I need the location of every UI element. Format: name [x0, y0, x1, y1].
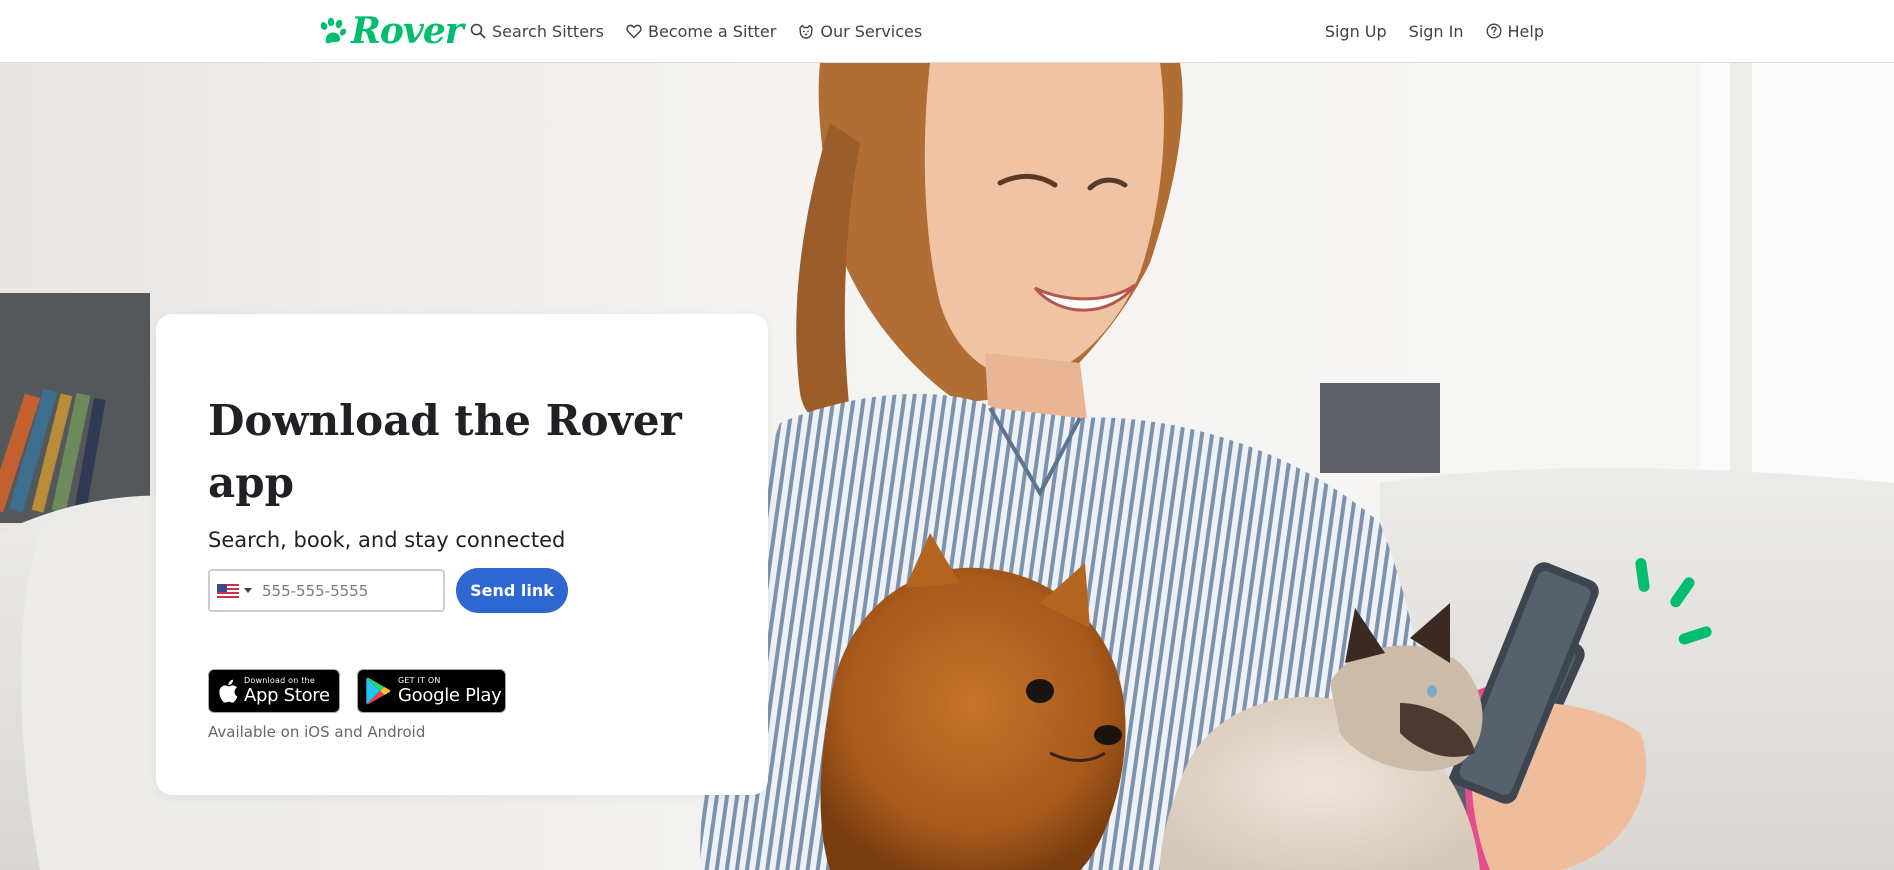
- download-app-card: Download the Rover app Search, book, and…: [156, 314, 768, 795]
- search-icon: [470, 23, 486, 39]
- app-store-text: Download on the App Store: [244, 677, 330, 705]
- card-title: Download the Rover app: [208, 396, 682, 507]
- help-circle-icon: [1486, 23, 1502, 39]
- badge-big-text: App Store: [244, 685, 330, 706]
- nav-our-services[interactable]: Our Services: [798, 22, 922, 41]
- nav-help[interactable]: Help: [1486, 22, 1544, 41]
- badge-small-text: Download on the: [244, 676, 315, 685]
- nav-label: Become a Sitter: [647, 21, 777, 41]
- primary-nav: Search Sitters Become a Sitter Our Servi…: [470, 0, 922, 62]
- phone-field: [208, 569, 445, 612]
- nav-label: Our Services: [820, 21, 923, 41]
- send-link-button[interactable]: Send link: [456, 568, 568, 613]
- rover-logo[interactable]: Rover: [317, 9, 464, 53]
- logo-text: Rover: [351, 10, 464, 52]
- badge-small-text: GET IT ON: [398, 676, 441, 685]
- us-flag-icon: [217, 583, 239, 598]
- nav-label: Search Sitters: [492, 21, 604, 41]
- nav-label: Help: [1507, 21, 1544, 41]
- account-nav: Sign Up Sign In Help: [1325, 0, 1544, 62]
- site-header: Rover Search Sitters Become a Sitter Our…: [0, 0, 1894, 63]
- app-store-badge[interactable]: Download on the App Store: [208, 669, 340, 713]
- google-play-badge[interactable]: GET IT ON Google Play: [357, 669, 506, 713]
- nav-sign-up[interactable]: Sign Up: [1325, 22, 1387, 41]
- dog-icon: [799, 24, 814, 39]
- nav-label: Sign In: [1408, 21, 1464, 41]
- availability-text: Available on iOS and Android: [208, 723, 426, 741]
- badge-big-text: Google Play: [398, 685, 502, 706]
- paw-icon: [320, 17, 347, 44]
- nav-sign-in[interactable]: Sign In: [1409, 22, 1464, 41]
- nav-become-a-sitter[interactable]: Become a Sitter: [626, 22, 776, 41]
- nav-search-sitters[interactable]: Search Sitters: [470, 22, 604, 41]
- nav-label: Sign Up: [1324, 21, 1387, 41]
- heart-icon: [626, 24, 642, 38]
- google-play-icon: [366, 677, 391, 705]
- apple-icon: [219, 679, 238, 703]
- phone-number-input[interactable]: [262, 581, 412, 600]
- country-code-select[interactable]: [210, 583, 262, 598]
- hero-section: Download the Rover app Search, book, and…: [0, 63, 1894, 870]
- chevron-down-icon: [244, 588, 252, 593]
- google-play-text: GET IT ON Google Play: [398, 676, 502, 706]
- card-subtitle: Search, book, and stay connected: [208, 528, 566, 552]
